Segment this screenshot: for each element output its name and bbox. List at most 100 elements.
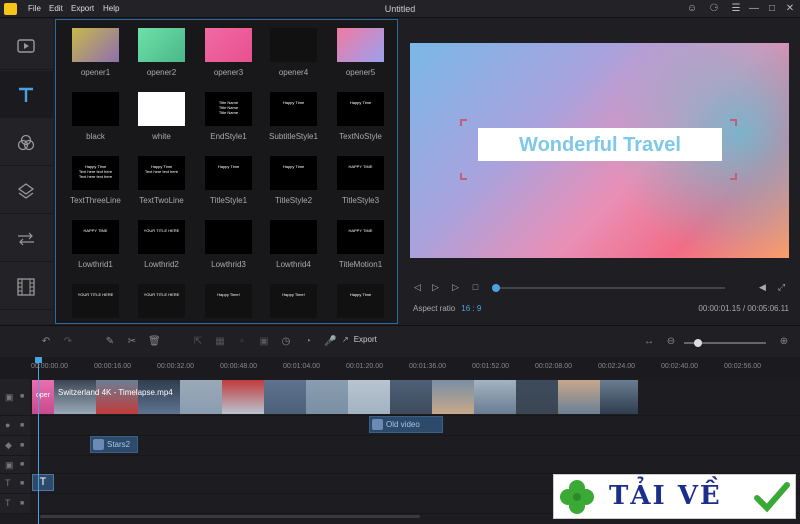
stop-icon[interactable]: □ <box>470 282 481 293</box>
title-template-tile[interactable]: opener1 <box>72 28 122 86</box>
title-overlay[interactable]: Wonderful Travel <box>478 128 722 161</box>
crop-corner-tr[interactable] <box>730 119 737 126</box>
undo-icon[interactable]: ↶ <box>40 336 52 348</box>
template-label: TextTwoLine <box>139 196 184 205</box>
mosaic-icon[interactable]: ▦ <box>214 336 226 348</box>
zoom-knob[interactable] <box>693 339 702 347</box>
record-icon[interactable]: 🎤 <box>324 336 336 348</box>
title-template-tile[interactable]: HAPPY TIME TitleStyle3 <box>337 156 387 214</box>
prev-frame-icon[interactable]: ◁ <box>412 282 423 293</box>
template-label: TitleStyle1 <box>209 196 248 205</box>
nav-overlays[interactable] <box>0 167 53 214</box>
lock-icon[interactable]: ■ <box>20 461 26 468</box>
cut-icon[interactable]: ✂ <box>126 336 138 348</box>
title-template-tile[interactable]: Happy Time SubtitleStyle1 <box>269 92 320 150</box>
title-template-tile[interactable]: HAPPY TIME TitleMotion1 <box>337 220 387 278</box>
nav-media[interactable] <box>0 23 53 70</box>
nav-transitions[interactable] <box>0 215 53 262</box>
timeline-ruler[interactable]: 00:00:00.00 00:00:16.00 00:00:32.00 00:00:4… <box>0 357 800 379</box>
edit-icon[interactable]: ✎ <box>104 336 116 348</box>
opener-clip[interactable]: oper <box>32 380 54 414</box>
progress-knob[interactable] <box>492 284 500 292</box>
screenshot-icon[interactable]: ▣ <box>258 336 270 348</box>
title-template-tile[interactable]: opener4 <box>270 28 320 86</box>
title-template-tile[interactable]: opener3 <box>205 28 255 86</box>
nav-elements[interactable] <box>0 263 53 310</box>
aspect-ratio-value[interactable]: 16 : 9 <box>461 304 481 313</box>
title-template-tile[interactable]: Title Name Title Name Title Name EndStyle… <box>205 92 255 150</box>
template-thumbnail <box>205 28 252 62</box>
lock-icon[interactable]: ■ <box>20 442 26 449</box>
title-template-tile[interactable]: Lowthrid4 <box>270 220 320 278</box>
effect-clip[interactable]: Stars2 <box>90 436 138 453</box>
title-template-tile[interactable]: white <box>138 92 188 150</box>
lock-icon[interactable]: ■ <box>20 393 26 400</box>
zoom-slider[interactable] <box>684 339 766 347</box>
feedback-icon[interactable]: ⚆ <box>708 3 720 15</box>
title-template-tile[interactable]: Happy Time <box>337 284 387 323</box>
title-template-tile[interactable]: YOUR TITLE HERE Lowthrid2 <box>138 220 188 278</box>
title-template-tile[interactable]: Happy Time TitleStyle2 <box>270 156 320 214</box>
crop-icon[interactable]: ⇱ <box>192 336 204 348</box>
export-button[interactable]: ↗ Export <box>342 335 377 344</box>
zoom-out-icon[interactable]: ⊖ <box>665 336 677 348</box>
template-thumbnail <box>72 28 119 62</box>
overlay-track-icon: ◆ <box>5 440 12 450</box>
clip-thumb-icon <box>93 439 104 450</box>
freeze-icon[interactable]: ▫ <box>236 336 248 348</box>
preview-area: Wonderful Travel ◁ ▷ ▷ □ ◀ ⤢ Aspect rati… <box>400 19 800 324</box>
title-template-tile[interactable]: opener5 <box>337 28 387 86</box>
text-clip[interactable]: T <box>32 474 54 491</box>
fullscreen-icon[interactable]: ⤢ <box>776 282 787 293</box>
account-icon[interactable]: ☺ <box>686 3 698 15</box>
nav-text[interactable] <box>0 71 53 118</box>
progress-bar[interactable] <box>492 284 725 292</box>
title-template-tile[interactable]: Happy Time! <box>270 284 320 323</box>
title-template-tile[interactable]: Happy Time Text here text here TextTwoLin… <box>138 156 188 214</box>
text-icon <box>19 87 33 102</box>
watermark-logo: TẢI VỀ <box>553 474 796 519</box>
minimize-icon[interactable]: — <box>748 3 760 15</box>
title-template-tile[interactable]: Happy Time TitleStyle1 <box>205 156 255 214</box>
maximize-icon[interactable]: □ <box>766 3 778 15</box>
menu-icon[interactable]: ☰ <box>730 3 742 15</box>
template-label: white <box>152 132 171 141</box>
title-template-tile[interactable]: opener2 <box>138 28 188 86</box>
clip-thumb-icon <box>372 419 383 430</box>
timeline-scrollbar[interactable] <box>40 515 420 518</box>
aspect-ratio-label: Aspect ratio <box>413 304 456 313</box>
preview-canvas[interactable]: Wonderful Travel <box>410 43 789 258</box>
play-icon[interactable]: ▷ <box>430 282 441 293</box>
title-template-tile[interactable]: HAPPY TIME Lowthrid1 <box>72 220 122 278</box>
close-icon[interactable]: ✕ <box>784 3 796 15</box>
crop-corner-br[interactable] <box>730 173 737 180</box>
next-frame-icon[interactable]: ▷ <box>450 282 461 293</box>
playhead[interactable] <box>38 359 39 524</box>
title-template-tile[interactable]: Lowthrid3 <box>205 220 255 278</box>
lock-icon[interactable]: ■ <box>20 500 26 507</box>
duration-icon[interactable]: ◷ <box>280 336 292 348</box>
crop-corner-bl[interactable] <box>460 173 467 180</box>
fit-icon[interactable]: ↔ <box>643 336 655 348</box>
title-template-tile[interactable]: YOUR TITLE HERE <box>138 284 188 323</box>
nav-filters[interactable] <box>0 119 53 166</box>
overlay-clip[interactable]: Old video <box>369 416 443 433</box>
lock-icon[interactable]: ■ <box>20 422 26 429</box>
delete-icon[interactable]: 🗑 <box>148 336 161 348</box>
zoom-in-icon[interactable]: ⊕ <box>778 336 790 348</box>
mic-icon[interactable] <box>304 336 316 348</box>
title-template-tile[interactable]: Happy Time Text here text here Text here… <box>70 156 122 214</box>
title-template-tile[interactable]: Happy Time! <box>205 284 255 323</box>
crop-corner-tl[interactable] <box>460 119 467 126</box>
template-thumbnail: HAPPY TIME <box>72 220 119 254</box>
aspect-ratio[interactable]: Aspect ratio 16 : 9 <box>413 304 481 313</box>
template-thumbnail <box>205 220 252 254</box>
lock-icon[interactable]: ■ <box>20 480 26 487</box>
title-template-tile[interactable]: black <box>72 92 122 150</box>
title-template-tile[interactable]: YOUR TITLE HERE <box>72 284 122 323</box>
redo-icon[interactable]: ↷ <box>62 336 74 348</box>
video-clip[interactable]: oper Switzerland 4K - Timelapse.mp4 <box>32 380 638 414</box>
volume-icon[interactable]: ◀ <box>757 282 768 293</box>
playhead-handle[interactable] <box>35 357 42 363</box>
title-template-tile[interactable]: Happy Time TextNoStyle <box>337 92 387 150</box>
